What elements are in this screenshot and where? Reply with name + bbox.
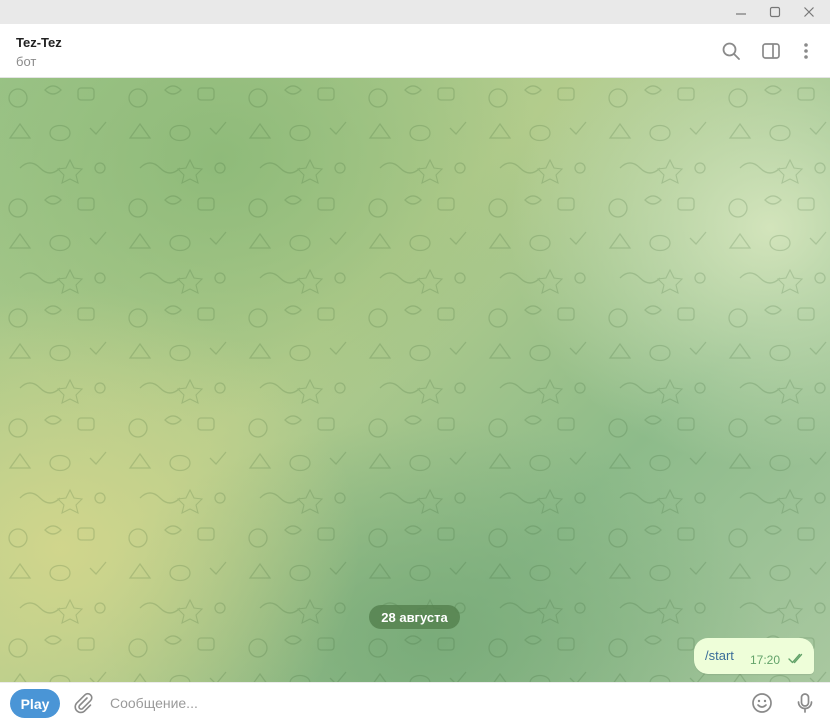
window-titlebar: [0, 0, 830, 24]
close-icon: [804, 7, 814, 17]
more-button[interactable]: [792, 37, 820, 65]
minimize-icon: [736, 13, 746, 15]
chat-area[interactable]: 28 августа /start 17:20: [0, 78, 830, 682]
chat-title[interactable]: Tez-Tez: [16, 35, 62, 50]
search-icon: [722, 42, 740, 60]
sidebar-toggle-button[interactable]: [757, 37, 785, 65]
minimize-button[interactable]: [724, 0, 758, 24]
voice-record-button[interactable]: [791, 689, 819, 717]
message-time: 17:20: [750, 653, 781, 667]
chat-header[interactable]: Tez-Tez бот: [0, 24, 830, 78]
app-window: Tez-Tez бот 28 августа /start 17:20 Play…: [0, 0, 830, 722]
search-button[interactable]: [717, 37, 745, 65]
bot-menu-button[interactable]: Play: [10, 689, 60, 718]
doodle-pattern-background: [0, 78, 830, 682]
message-text[interactable]: /start: [705, 648, 734, 663]
message-composer: Play: [0, 682, 830, 722]
close-button[interactable]: [792, 0, 826, 24]
maximize-button[interactable]: [758, 0, 792, 24]
emoji-icon: [752, 693, 772, 713]
maximize-icon: [769, 6, 781, 18]
emoji-button[interactable]: [748, 689, 776, 717]
paperclip-icon: [74, 692, 93, 714]
chat-subtitle: бот: [16, 54, 37, 69]
attach-button[interactable]: [69, 689, 97, 717]
message-input[interactable]: [110, 691, 730, 715]
microphone-icon: [797, 693, 813, 713]
more-vertical-icon: [804, 43, 808, 59]
outgoing-message[interactable]: /start 17:20: [694, 638, 814, 674]
sidebar-toggle-icon: [762, 43, 780, 59]
date-separator: 28 августа: [369, 605, 460, 629]
double-check-icon: [788, 653, 803, 664]
